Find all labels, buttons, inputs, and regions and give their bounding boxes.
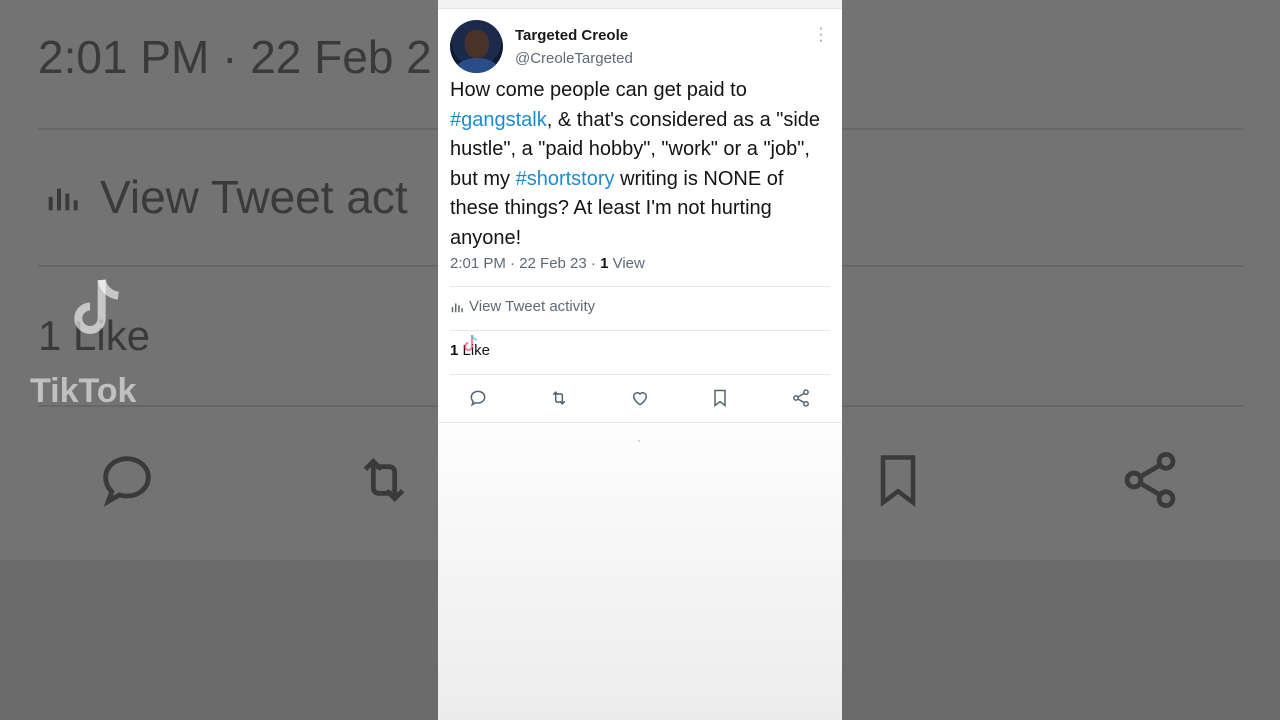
heart-icon [632, 392, 648, 406]
background-reply-icon [95, 448, 159, 517]
background-retweet-icon [350, 448, 418, 517]
analytics-icon [48, 188, 78, 211]
divider [450, 330, 830, 331]
divider [450, 286, 830, 287]
view-label: View [608, 255, 645, 272]
retweet-button[interactable] [547, 386, 571, 410]
like-button[interactable] [628, 386, 652, 410]
tweet-text-segment: How come people can get paid to [450, 79, 747, 101]
background-activity-label: View Tweet act [100, 171, 408, 223]
tiktok-logo-icon [74, 278, 120, 334]
tweet-actions-bar [438, 386, 842, 410]
tweet-card: Targeted Creole @CreoleTargeted · · · How … [438, 0, 842, 720]
background-share-icon [1118, 448, 1182, 517]
analytics-icon [451, 303, 463, 312]
timestamp[interactable]: 2:01 PM · 22 Feb 23 · [450, 255, 600, 272]
hashtag-link[interactable]: #shortstory [516, 168, 615, 190]
bookmark-icon [714, 389, 726, 407]
view-tweet-activity-label: View Tweet activity [469, 298, 596, 315]
background-bookmark-icon [868, 448, 928, 517]
more-options-icon[interactable]: · · · [816, 21, 826, 49]
background-tiktok-watermark: TikTok [30, 372, 137, 410]
bookmark-button[interactable] [708, 386, 732, 410]
retweet-icon [552, 391, 566, 405]
tiktok-watermark-icon [463, 334, 478, 352]
divider [438, 422, 842, 423]
tweet-text: How come people can get paid to #gangsta… [450, 76, 834, 253]
display-name[interactable]: Targeted Creole [515, 27, 628, 44]
avatar-shirt [456, 58, 498, 73]
reply-button[interactable] [466, 386, 490, 410]
user-handle[interactable]: @CreoleTargeted [515, 50, 633, 67]
reply-icon [470, 390, 486, 407]
background-timestamp: 2:01 PM · 22 Feb 2 [38, 31, 432, 83]
divider [450, 374, 830, 375]
background-activity: View Tweet act [42, 170, 408, 224]
hashtag-link[interactable]: #gangstalk [450, 109, 547, 131]
top-bar [438, 0, 842, 9]
avatar[interactable] [450, 20, 503, 73]
loading-indicator [638, 440, 640, 442]
avatar-face [465, 30, 489, 58]
share-icon [793, 389, 809, 407]
view-tweet-activity-link[interactable]: View Tweet activity [450, 298, 595, 315]
share-button[interactable] [789, 386, 813, 410]
tweet-meta: 2:01 PM · 22 Feb 23 · 1 View [450, 255, 645, 272]
